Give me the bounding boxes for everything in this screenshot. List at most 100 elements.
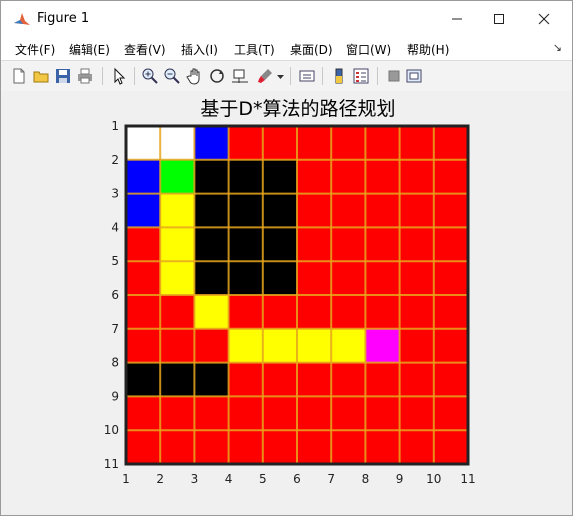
toolbar-separator	[134, 67, 135, 85]
grid-cell	[194, 362, 230, 397]
menu-edit[interactable]: 编辑(E)	[69, 41, 110, 58]
link-plot-icon[interactable]	[298, 67, 316, 85]
grid-cell	[262, 227, 298, 262]
menu-tools[interactable]: 工具(T)	[234, 41, 275, 58]
insert-legend-icon[interactable]	[352, 67, 370, 85]
figure-canvas: 基于D*算法的路径规划 1 2 3 4 5 6 7 8 9 10 11 1 2 3 4 5 6 7 8 9 10 11	[1, 91, 572, 515]
zoom-out-icon[interactable]	[163, 67, 181, 85]
grid-cell	[126, 396, 161, 431]
y-tick-label: 4	[111, 220, 119, 234]
grid-cell	[365, 159, 401, 195]
insert-colorbar-icon[interactable]	[330, 67, 348, 85]
rotate-3d-icon[interactable]	[208, 67, 226, 85]
grid-cell	[228, 295, 264, 330]
grid-cell	[433, 430, 469, 465]
grid-cell	[194, 261, 230, 296]
grid-cell	[228, 227, 264, 262]
grid-cell	[365, 126, 401, 161]
pointer-icon[interactable]	[110, 67, 128, 85]
grid-cell	[194, 227, 230, 262]
menu-file[interactable]: 文件(F)	[15, 41, 55, 58]
minimize-button[interactable]	[437, 7, 477, 33]
grid-cell	[399, 227, 435, 262]
grid-cell	[126, 362, 161, 397]
grid-cell	[399, 159, 435, 195]
grid-cell	[160, 430, 195, 465]
menu-help[interactable]: 帮助(H)	[407, 41, 449, 58]
grid-cell	[228, 430, 264, 465]
grid-cell	[297, 227, 332, 262]
grid-cell	[433, 362, 469, 397]
grid-cell	[160, 328, 195, 364]
grid-cell	[399, 193, 435, 228]
grid-cell	[297, 362, 332, 397]
grid-cell	[126, 328, 161, 364]
grid-cell	[262, 159, 298, 195]
grid-cell	[365, 328, 401, 364]
x-tick-label: 7	[327, 472, 335, 486]
grid-cell	[433, 295, 469, 330]
title-bar: Figure 1	[1, 1, 572, 38]
menu-desktop[interactable]: 桌面(D)	[290, 41, 333, 58]
pan-icon[interactable]	[186, 67, 204, 85]
x-tick-label: 1	[122, 472, 130, 486]
grid-cell	[399, 430, 435, 465]
grid-cell	[126, 227, 161, 262]
grid-cell	[331, 430, 366, 465]
close-icon	[538, 13, 550, 25]
grid-cell	[262, 126, 298, 161]
grid-cell	[126, 430, 161, 465]
menu-insert[interactable]: 插入(I)	[181, 41, 218, 58]
toolbar-separator	[290, 67, 291, 85]
grid-cell	[297, 193, 332, 228]
menu-dock-arrow-icon[interactable]: ↘	[553, 41, 562, 54]
grid-cell	[262, 193, 298, 228]
new-figure-icon[interactable]	[10, 67, 28, 85]
maximize-button[interactable]	[479, 7, 519, 33]
grid-cell	[331, 328, 366, 364]
brush-icon[interactable]	[256, 67, 274, 85]
minimize-icon	[452, 18, 462, 20]
grid-cell	[262, 328, 298, 364]
zoom-in-icon[interactable]	[141, 67, 159, 85]
show-plot-tools-icon[interactable]	[405, 67, 423, 85]
grid-cell	[433, 159, 469, 195]
brush-dropdown-icon[interactable]	[276, 67, 285, 85]
grid-cell	[262, 295, 298, 330]
x-tick-label: 4	[225, 472, 233, 486]
grid-cell	[331, 227, 366, 262]
grid-cell	[399, 295, 435, 330]
y-tick-label: 7	[111, 322, 119, 336]
grid-cell	[433, 126, 469, 161]
menu-view[interactable]: 查看(V)	[124, 41, 166, 58]
grid-cell	[399, 126, 435, 161]
grid-cell	[331, 396, 366, 431]
grid-cell	[262, 396, 298, 431]
grid-cell	[262, 430, 298, 465]
grid-cell	[331, 193, 366, 228]
hide-plot-tools-icon[interactable]	[385, 67, 403, 85]
print-icon[interactable]	[76, 67, 94, 85]
grid-cell	[194, 430, 230, 465]
menu-window[interactable]: 窗口(W)	[346, 41, 391, 58]
grid-cell	[365, 430, 401, 465]
grid-cell	[331, 126, 366, 161]
close-button[interactable]	[524, 7, 564, 33]
grid-cell	[194, 328, 230, 364]
grid-cell	[160, 261, 195, 296]
grid-cell	[194, 295, 230, 330]
maximize-icon	[494, 14, 504, 24]
open-file-icon[interactable]	[32, 67, 50, 85]
grid-cell	[433, 396, 469, 431]
grid-cell	[297, 295, 332, 330]
grid-cell	[399, 261, 435, 296]
grid-cell	[126, 261, 161, 296]
grid-cell	[194, 126, 230, 161]
data-cursor-icon[interactable]	[231, 67, 249, 85]
grid-cell	[365, 193, 401, 228]
save-icon[interactable]	[54, 67, 72, 85]
y-tick-label: 6	[111, 288, 119, 302]
grid-cell	[228, 126, 264, 161]
grid-cell	[126, 193, 161, 228]
grid-cell	[228, 362, 264, 397]
